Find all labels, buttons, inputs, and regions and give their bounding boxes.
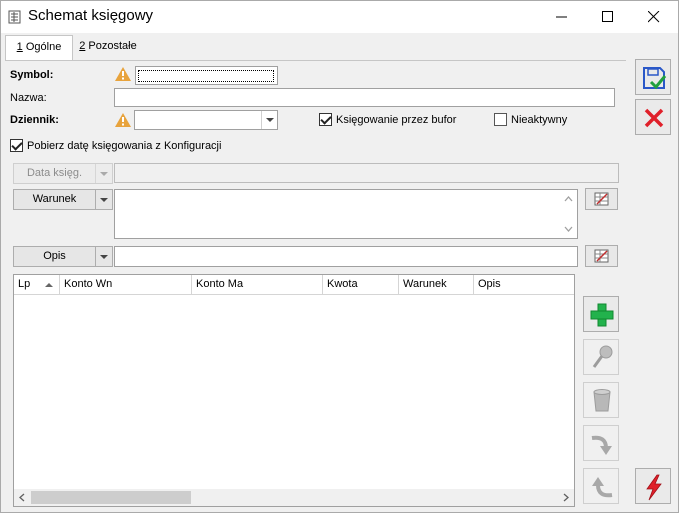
column-header-konto-wn[interactable]: Konto Wn [60, 275, 192, 295]
chevron-down-icon[interactable] [96, 190, 112, 209]
column-header-opis-label: Opis [478, 278, 501, 290]
save-button[interactable] [635, 59, 671, 95]
column-header-kwota[interactable]: Kwota [323, 275, 399, 295]
magnifier-icon [592, 345, 613, 368]
data-ksieg-label: Data księg. [14, 164, 96, 183]
tab-ogolne[interactable]: 1 Ogólne [5, 35, 73, 61]
nazwa-input[interactable] [114, 88, 615, 107]
chevron-down-icon[interactable] [560, 222, 577, 236]
table-edit-icon [594, 192, 609, 206]
maximize-button[interactable] [585, 1, 631, 32]
save-disk-check-icon [643, 67, 667, 90]
move-up-button[interactable] [583, 468, 619, 504]
warning-icon [115, 67, 131, 81]
column-header-lp-label: Lp [18, 278, 31, 290]
nieaktywny-checkbox[interactable] [494, 113, 507, 126]
plus-icon [590, 303, 614, 327]
minimize-icon [556, 16, 567, 18]
cancel-x-icon [644, 108, 664, 128]
dziennik-select[interactable] [134, 110, 278, 130]
column-header-konto-ma[interactable]: Konto Ma [192, 275, 323, 295]
dziennik-label: Dziennik: [10, 114, 59, 126]
chevron-right-icon[interactable] [557, 489, 574, 506]
action-button[interactable] [635, 468, 671, 504]
arrow-down-curve-icon [591, 435, 612, 455]
trash-icon [593, 389, 611, 412]
column-header-kwota-label: Kwota [327, 278, 358, 290]
pobierz-date-checkbox[interactable] [10, 139, 23, 152]
entries-grid[interactable]: Lp Konto Wn Konto Ma Kwota Warunek Opis [13, 274, 575, 507]
arrow-up-curve-icon [592, 477, 613, 498]
ksiegowanie-przez-bufor-checkbox[interactable] [319, 113, 332, 126]
grid-horizontal-scrollbar[interactable] [14, 489, 574, 506]
schemat-ksiegowy-window: Schemat księgowy 1 Ogólne 2 Pozostałe Sy… [0, 0, 679, 513]
warning-icon [115, 113, 131, 127]
column-header-konto-ma-label: Konto Ma [196, 278, 244, 290]
warunek-textarea[interactable] [114, 189, 578, 239]
opis-label: Opis [14, 247, 96, 266]
chevron-down-icon[interactable] [96, 247, 112, 266]
warunek-editor-button[interactable] [585, 188, 618, 210]
delete-row-button[interactable] [583, 382, 619, 418]
nieaktywny-label: Nieaktywny [511, 114, 568, 126]
title-bar: Schemat księgowy [1, 1, 678, 33]
data-ksieg-button[interactable]: Data księg. [13, 163, 113, 184]
focus-ring [138, 70, 274, 82]
warunek-label: Warunek [14, 190, 96, 209]
sort-ascending-icon [45, 283, 53, 287]
lightning-icon [646, 474, 662, 501]
pobierz-date-label: Pobierz datę księgowania z Konfiguracji [27, 140, 222, 152]
data-ksieg-input[interactable] [114, 163, 619, 183]
column-header-warunek-label: Warunek [403, 278, 447, 290]
close-icon [648, 11, 660, 23]
tab-pozostale[interactable]: 2 Pozostałe [75, 35, 141, 59]
close-button[interactable] [631, 1, 677, 32]
move-down-button[interactable] [583, 425, 619, 461]
tab-ogolne-label: Ogólne [22, 41, 62, 53]
symbol-label: Symbol: [10, 69, 54, 81]
grid-header: Lp Konto Wn Konto Ma Kwota Warunek Opis [14, 275, 574, 295]
document-grid-icon [8, 10, 21, 24]
maximize-icon [602, 11, 613, 22]
tab-pozostale-label: Pozostałe [85, 40, 137, 52]
opis-input[interactable] [114, 246, 578, 267]
cancel-button[interactable] [635, 99, 671, 135]
scroll-thumb[interactable] [31, 491, 191, 504]
chevron-down-icon[interactable] [261, 111, 277, 129]
symbol-input[interactable] [135, 66, 278, 85]
chevron-down-icon[interactable] [96, 164, 112, 183]
edit-row-button[interactable] [583, 339, 619, 375]
opis-button[interactable]: Opis [13, 246, 113, 267]
chevron-left-icon[interactable] [14, 489, 31, 506]
column-header-warunek[interactable]: Warunek [399, 275, 474, 295]
nazwa-label: Nazwa: [10, 92, 47, 104]
warunek-button[interactable]: Warunek [13, 189, 113, 210]
table-edit-icon [594, 249, 609, 263]
add-row-button[interactable] [583, 296, 619, 332]
column-header-konto-wn-label: Konto Wn [64, 278, 113, 290]
minimize-button[interactable] [539, 1, 585, 32]
column-header-lp[interactable]: Lp [14, 275, 60, 295]
column-header-opis[interactable]: Opis [474, 275, 574, 295]
warunek-scrollbar[interactable] [560, 190, 577, 238]
opis-editor-button[interactable] [585, 245, 618, 267]
chevron-up-icon[interactable] [560, 192, 577, 206]
window-title: Schemat księgowy [28, 7, 154, 24]
ksiegowanie-przez-bufor-label: Księgowanie przez bufor [336, 114, 457, 126]
